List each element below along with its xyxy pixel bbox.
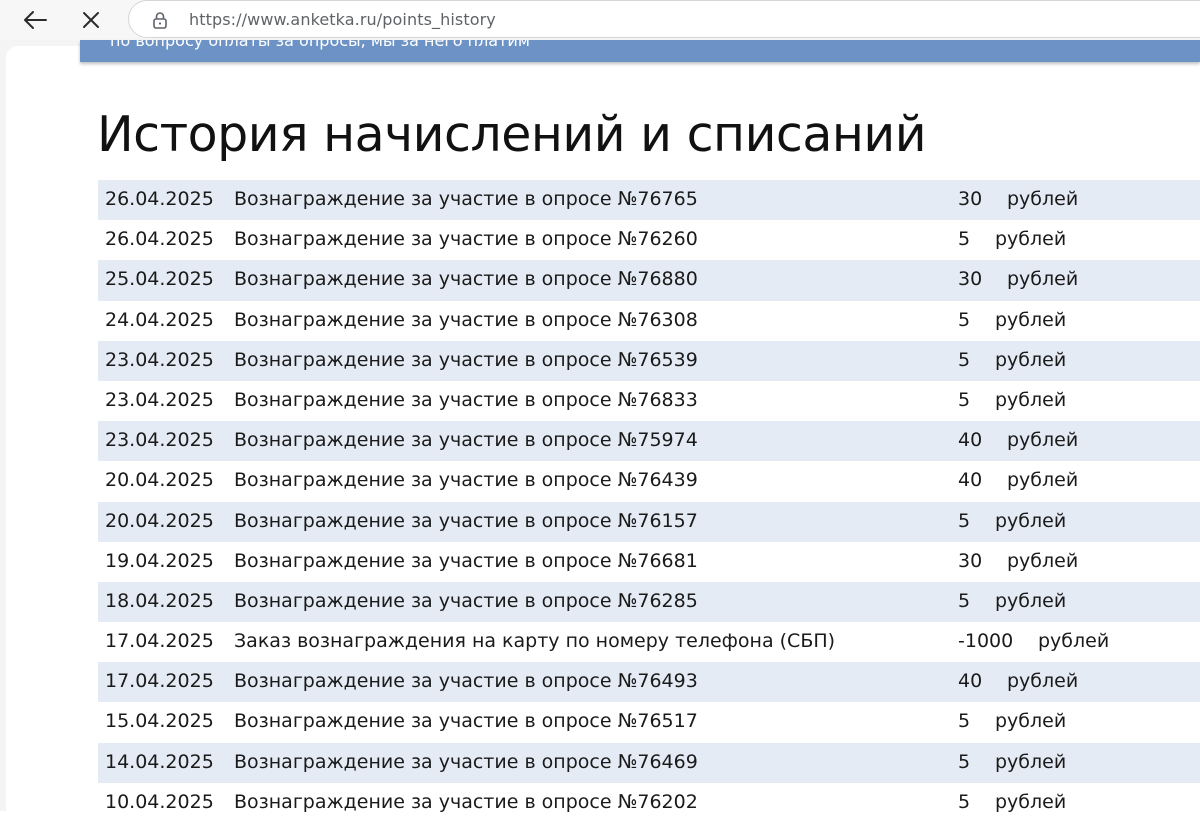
row-currency: рублей bbox=[995, 750, 1067, 773]
history-row: 20.04.2025 Вознаграждение за участие в оп… bbox=[98, 461, 1200, 502]
row-amount: 30 bbox=[958, 268, 983, 291]
row-amount: 40 bbox=[958, 429, 983, 452]
row-currency: рублей bbox=[995, 790, 1067, 813]
history-row: 23.04.2025 Вознаграждение за участие в оп… bbox=[98, 340, 1200, 381]
url-text[interactable]: https://www.anketka.ru/points_history bbox=[189, 10, 496, 29]
row-description: Вознаграждение за участие в опросе №7643… bbox=[234, 469, 698, 492]
row-currency: рублей bbox=[1007, 549, 1079, 572]
row-description: Вознаграждение за участие в опросе №7649… bbox=[234, 670, 698, 693]
row-description: Заказ вознаграждения на карту по номеру … bbox=[234, 630, 836, 653]
row-amount: 30 bbox=[958, 188, 983, 210]
history-table: 26.04.2025 Вознаграждение за участие в оп… bbox=[98, 180, 1200, 823]
history-row: 17.04.2025 Вознаграждение за участие в оп… bbox=[98, 662, 1200, 703]
row-amount: 5 bbox=[958, 228, 971, 251]
row-currency: рублей bbox=[1007, 188, 1079, 210]
row-date: 26.04.2025 bbox=[105, 228, 214, 251]
row-currency: рублей bbox=[995, 509, 1067, 532]
history-row: 23.04.2025 Вознаграждение за участие в оп… bbox=[98, 421, 1200, 462]
row-currency: рублей bbox=[1038, 630, 1110, 653]
row-amount: 40 bbox=[958, 469, 983, 492]
row-currency: рублей bbox=[1007, 670, 1079, 693]
row-date: 20.04.2025 bbox=[105, 509, 214, 532]
row-currency: рублей bbox=[995, 348, 1067, 371]
row-description: Вознаграждение за участие в опросе №7668… bbox=[234, 549, 698, 572]
row-description: Вознаграждение за участие в опросе №7688… bbox=[234, 268, 698, 291]
arrow-left-icon bbox=[24, 11, 47, 29]
close-icon bbox=[83, 12, 99, 28]
page-title: История начислений и списаний bbox=[97, 106, 927, 163]
row-date: 26.04.2025 bbox=[105, 188, 214, 210]
row-description: Вознаграждение за участие в опросе №7646… bbox=[234, 750, 698, 773]
row-date: 17.04.2025 bbox=[105, 630, 214, 653]
row-currency: рублей bbox=[995, 308, 1067, 331]
row-amount: 40 bbox=[958, 670, 983, 693]
history-row: 24.04.2025 Вознаграждение за участие в оп… bbox=[98, 300, 1200, 341]
history-row: 20.04.2025 Вознаграждение за участие в оп… bbox=[98, 501, 1200, 542]
row-date: 14.04.2025 bbox=[105, 750, 214, 773]
row-date: 15.04.2025 bbox=[105, 710, 214, 733]
back-button[interactable] bbox=[19, 4, 51, 36]
history-row: 18.04.2025 Вознаграждение за участие в оп… bbox=[98, 581, 1200, 623]
row-description: Вознаграждение за участие в опросе №7620… bbox=[234, 790, 698, 813]
row-date: 18.04.2025 bbox=[105, 589, 214, 612]
history-row: 10.04.2025 Вознаграждение за участие в оп… bbox=[98, 782, 1200, 823]
row-description: Вознаграждение за участие в опросе №7683… bbox=[234, 388, 698, 411]
row-amount: 5 bbox=[958, 750, 971, 773]
row-date: 23.04.2025 bbox=[105, 348, 214, 371]
row-date: 10.04.2025 bbox=[105, 790, 214, 813]
history-row: 25.04.2025 Вознаграждение за участие в оп… bbox=[98, 260, 1200, 301]
browser-toolbar: https://www.anketka.ru/points_history bbox=[0, 0, 1200, 40]
row-amount: 5 bbox=[958, 790, 971, 813]
row-description: Вознаграждение за участие в опросе №7676… bbox=[234, 188, 698, 210]
row-currency: рублей bbox=[995, 710, 1067, 733]
row-date: 25.04.2025 bbox=[105, 268, 214, 291]
row-date: 24.04.2025 bbox=[105, 308, 214, 331]
row-date: 19.04.2025 bbox=[105, 549, 214, 572]
stop-loading-button[interactable] bbox=[75, 4, 107, 36]
row-currency: рублей bbox=[995, 589, 1067, 612]
history-row: 19.04.2025 Вознаграждение за участие в оп… bbox=[98, 541, 1200, 582]
row-date: 23.04.2025 bbox=[105, 429, 214, 452]
row-currency: рублей bbox=[1007, 268, 1079, 291]
row-date: 23.04.2025 bbox=[105, 388, 214, 411]
row-currency: рублей bbox=[1007, 429, 1079, 452]
history-row: 26.04.2025 Вознаграждение за участие в оп… bbox=[98, 220, 1200, 261]
history-row: 14.04.2025 Вознаграждение за участие в оп… bbox=[98, 742, 1200, 783]
row-amount: 5 bbox=[958, 308, 971, 331]
history-row: 15.04.2025 Вознаграждение за участие в оп… bbox=[98, 702, 1200, 743]
banner-text: по вопросу оплаты за опросы, мы за него … bbox=[110, 40, 530, 50]
row-amount: 5 bbox=[958, 710, 971, 733]
row-description: Вознаграждение за участие в опросе №7615… bbox=[234, 509, 698, 532]
history-row: 17.04.2025 Заказ вознаграждения на карту … bbox=[98, 622, 1200, 663]
lock-icon[interactable] bbox=[151, 11, 169, 29]
top-banner: по вопросу оплаты за опросы, мы за него … bbox=[80, 40, 1200, 62]
row-amount: 5 bbox=[958, 589, 971, 612]
row-currency: рублей bbox=[995, 228, 1067, 251]
row-currency: рублей bbox=[995, 388, 1067, 411]
address-bar[interactable]: https://www.anketka.ru/points_history bbox=[128, 0, 1200, 38]
history-row: 26.04.2025 Вознаграждение за участие в оп… bbox=[98, 180, 1200, 221]
row-description: Вознаграждение за участие в опросе №7651… bbox=[234, 710, 698, 733]
row-description: Вознаграждение за участие в опросе №7597… bbox=[234, 429, 698, 452]
row-description: Вознаграждение за участие в опросе №7626… bbox=[234, 228, 698, 251]
row-amount: 5 bbox=[958, 388, 971, 411]
row-amount: 30 bbox=[958, 549, 983, 572]
row-amount: 5 bbox=[958, 509, 971, 532]
row-currency: рублей bbox=[1007, 469, 1079, 492]
row-amount: -1000 bbox=[958, 630, 1014, 653]
row-date: 17.04.2025 bbox=[105, 670, 214, 693]
row-description: Вознаграждение за участие в опросе №7628… bbox=[234, 589, 698, 612]
row-description: Вознаграждение за участие в опросе №7653… bbox=[234, 348, 698, 371]
row-amount: 5 bbox=[958, 348, 971, 371]
history-row: 23.04.2025 Вознаграждение за участие в оп… bbox=[98, 380, 1200, 422]
row-description: Вознаграждение за участие в опросе №7630… bbox=[234, 308, 698, 331]
row-date: 20.04.2025 bbox=[105, 469, 214, 492]
